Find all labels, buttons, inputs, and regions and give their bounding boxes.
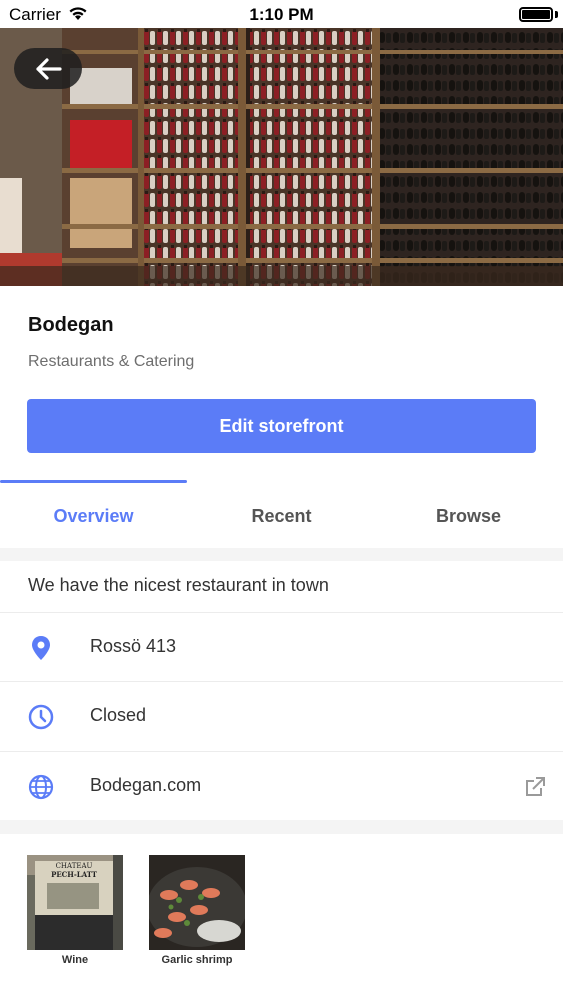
store-category: Restaurants & Catering — [28, 353, 195, 370]
garlic-shrimp-photo — [149, 855, 245, 950]
hours-text: Closed — [90, 705, 147, 725]
store-description: We have the nicest restaurant in town — [28, 575, 329, 595]
section-divider-2 — [0, 820, 563, 834]
gallery-item-garlic-shrimp[interactable]: Garlic shrimp — [149, 855, 245, 966]
wine-label-line-2: PECH-LATT — [51, 870, 98, 879]
wine-caption: Wine — [61, 954, 89, 966]
battery-tip — [555, 11, 558, 18]
arrow-left-icon — [36, 57, 62, 80]
battery-icon — [519, 7, 553, 22]
external-link-icon[interactable] — [524, 776, 546, 798]
address-row[interactable]: Rossö 413 — [0, 612, 563, 681]
website-row[interactable]: Bodegan.com — [0, 751, 563, 820]
status-bar: Carrier 1:10 PM — [0, 0, 563, 28]
address-text: Rossö 413 — [90, 636, 177, 656]
tab-browse[interactable]: Browse — [375, 506, 562, 527]
garlic-shrimp-caption: Garlic shrimp — [161, 954, 233, 966]
tab-indicator — [0, 480, 187, 483]
store-name: Bodegan — [28, 314, 114, 336]
wine-label-line-1: CHATEAU — [56, 862, 93, 870]
wine-photo: CHATEAU PECH-LATT — [27, 855, 123, 950]
hero-image — [0, 28, 563, 286]
location-pin-icon — [32, 636, 50, 660]
edit-storefront-button[interactable]: Edit storefront — [27, 399, 536, 453]
website-text: Bodegan.com — [90, 775, 202, 795]
wine-cellar-photo — [0, 28, 563, 286]
clock-icon — [28, 704, 54, 730]
hours-row[interactable]: Closed — [0, 681, 563, 750]
section-divider — [0, 548, 563, 561]
gallery-item-wine[interactable]: CHATEAU PECH-LATT Wine — [27, 855, 123, 966]
globe-icon — [28, 774, 54, 800]
tab-bar: Overview Recent Browse — [0, 480, 563, 548]
tab-overview[interactable]: Overview — [0, 506, 187, 527]
clock: 1:10 PM — [249, 5, 314, 24]
tab-recent[interactable]: Recent — [188, 506, 375, 527]
back-button[interactable] — [14, 48, 82, 89]
